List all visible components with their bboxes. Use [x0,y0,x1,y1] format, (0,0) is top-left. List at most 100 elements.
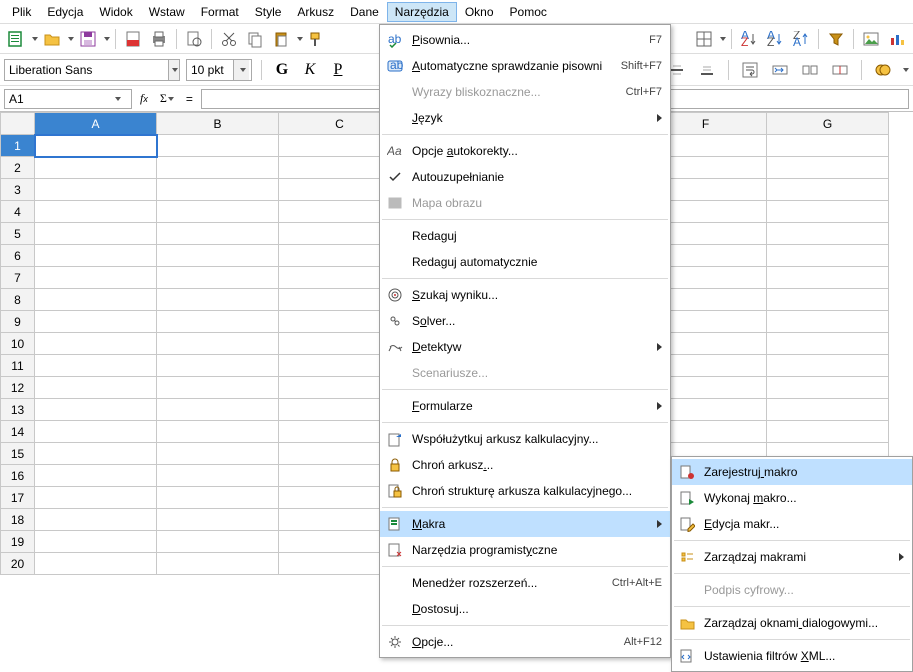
cell-A20[interactable] [35,553,157,575]
cell-G12[interactable] [767,377,889,399]
cell-G8[interactable] [767,289,889,311]
font-name-input[interactable] [5,60,168,80]
cell-B6[interactable] [157,245,279,267]
tools-item-12[interactable]: Szukaj wyniku... [380,282,670,308]
cell-B9[interactable] [157,311,279,333]
merge-cells-icon[interactable] [768,58,792,82]
select-all-corner[interactable] [1,113,35,135]
row-header-12[interactable]: 12 [1,377,35,399]
tools-item-24[interactable]: Narzędzia programistyczne [380,537,670,563]
macro-item-10[interactable]: Ustawienia filtrów XML... [672,643,912,669]
cell-B5[interactable] [157,223,279,245]
cell-B1[interactable] [157,135,279,157]
row-header-3[interactable]: 3 [1,179,35,201]
row-header-16[interactable]: 16 [1,465,35,487]
col-header-G[interactable]: G [767,113,889,135]
tools-item-21[interactable]: Chroń strukturę arkusza kalkulacyjnego..… [380,478,670,504]
cell-G14[interactable] [767,421,889,443]
row-header-4[interactable]: 4 [1,201,35,223]
grid-icon[interactable] [692,27,716,51]
macro-item-2[interactable]: Edycja makr... [672,511,912,537]
col-header-B[interactable]: B [157,113,279,135]
row-header-18[interactable]: 18 [1,509,35,531]
sum-icon[interactable]: Σ [156,91,178,106]
cell-G3[interactable] [767,179,889,201]
cell-B17[interactable] [157,487,279,509]
cell-A10[interactable] [35,333,157,355]
col-header-A[interactable]: A [35,113,157,135]
cell-A8[interactable] [35,289,157,311]
cell-B8[interactable] [157,289,279,311]
cut-icon[interactable] [217,27,241,51]
font-name-combo[interactable] [4,59,180,81]
export-pdf-icon[interactable] [121,27,145,51]
menu-dane[interactable]: Dane [342,2,387,22]
italic-button[interactable]: K [299,61,321,79]
tools-item-27[interactable]: Dostosuj... [380,596,670,622]
open-icon[interactable] [40,27,64,51]
copy-icon[interactable] [243,27,267,51]
cell-A14[interactable] [35,421,157,443]
tools-item-29[interactable]: Opcje...Alt+F12 [380,629,670,655]
cell-B19[interactable] [157,531,279,553]
cell-G6[interactable] [767,245,889,267]
tools-item-17[interactable]: Formularze [380,393,670,419]
save-icon[interactable] [76,27,100,51]
cell-B13[interactable] [157,399,279,421]
cell-B4[interactable] [157,201,279,223]
cell-A1[interactable] [35,135,157,157]
cell-A11[interactable] [35,355,157,377]
cell-B16[interactable] [157,465,279,487]
clone-format-icon[interactable] [305,27,329,51]
macro-item-1[interactable]: Wykonaj makro... [672,485,912,511]
cell-G5[interactable] [767,223,889,245]
sort-az-icon[interactable]: AZ [737,27,761,51]
align-bottom-icon[interactable] [695,58,719,82]
row-header-20[interactable]: 20 [1,553,35,575]
tools-item-3[interactable]: Język [380,105,670,131]
wrap-text-icon[interactable] [738,58,762,82]
cell-G4[interactable] [767,201,889,223]
row-header-2[interactable]: 2 [1,157,35,179]
tools-item-19[interactable]: Współużytkuj arkusz kalkulacyjny... [380,426,670,452]
font-size-input[interactable] [187,60,233,80]
cell-A16[interactable] [35,465,157,487]
print-icon[interactable] [147,27,171,51]
menu-plik[interactable]: Plik [4,2,39,22]
cell-B2[interactable] [157,157,279,179]
cell-B7[interactable] [157,267,279,289]
tools-item-5[interactable]: AaOpcje autokorekty... [380,138,670,164]
currency-icon[interactable] [871,58,895,82]
menu-format[interactable]: Format [193,2,247,22]
row-header-5[interactable]: 5 [1,223,35,245]
macro-item-4[interactable]: Zarządzaj makrami [672,544,912,570]
cell-G1[interactable] [767,135,889,157]
menu-narzedzia[interactable]: Narzędzia [387,2,457,22]
macro-item-8[interactable]: Zarządzaj oknami dialogowymi... [672,610,912,636]
tools-item-6[interactable]: Autouzupełnianie [380,164,670,190]
row-header-14[interactable]: 14 [1,421,35,443]
menu-pomoc[interactable]: Pomoc [502,2,555,22]
cell-reference-input[interactable] [5,92,113,106]
cell-B18[interactable] [157,509,279,531]
cell-A3[interactable] [35,179,157,201]
tools-item-1[interactable]: abAutomatyczne sprawdzanie pisowniShift+… [380,53,670,79]
cell-A18[interactable] [35,509,157,531]
formula-eq-icon[interactable]: = [182,92,197,106]
cell-B12[interactable] [157,377,279,399]
underline-button[interactable]: P [327,61,349,79]
cell-A12[interactable] [35,377,157,399]
new-doc-icon[interactable] [4,27,28,51]
row-header-8[interactable]: 8 [1,289,35,311]
cell-A4[interactable] [35,201,157,223]
cell-A13[interactable] [35,399,157,421]
paste-icon[interactable] [269,27,293,51]
cell-G13[interactable] [767,399,889,421]
cell-A15[interactable] [35,443,157,465]
menu-edycja[interactable]: Edycja [39,2,91,22]
row-header-17[interactable]: 17 [1,487,35,509]
font-size-combo[interactable] [186,59,252,81]
tools-item-14[interactable]: Detektyw [380,334,670,360]
cell-G10[interactable] [767,333,889,355]
cell-A6[interactable] [35,245,157,267]
